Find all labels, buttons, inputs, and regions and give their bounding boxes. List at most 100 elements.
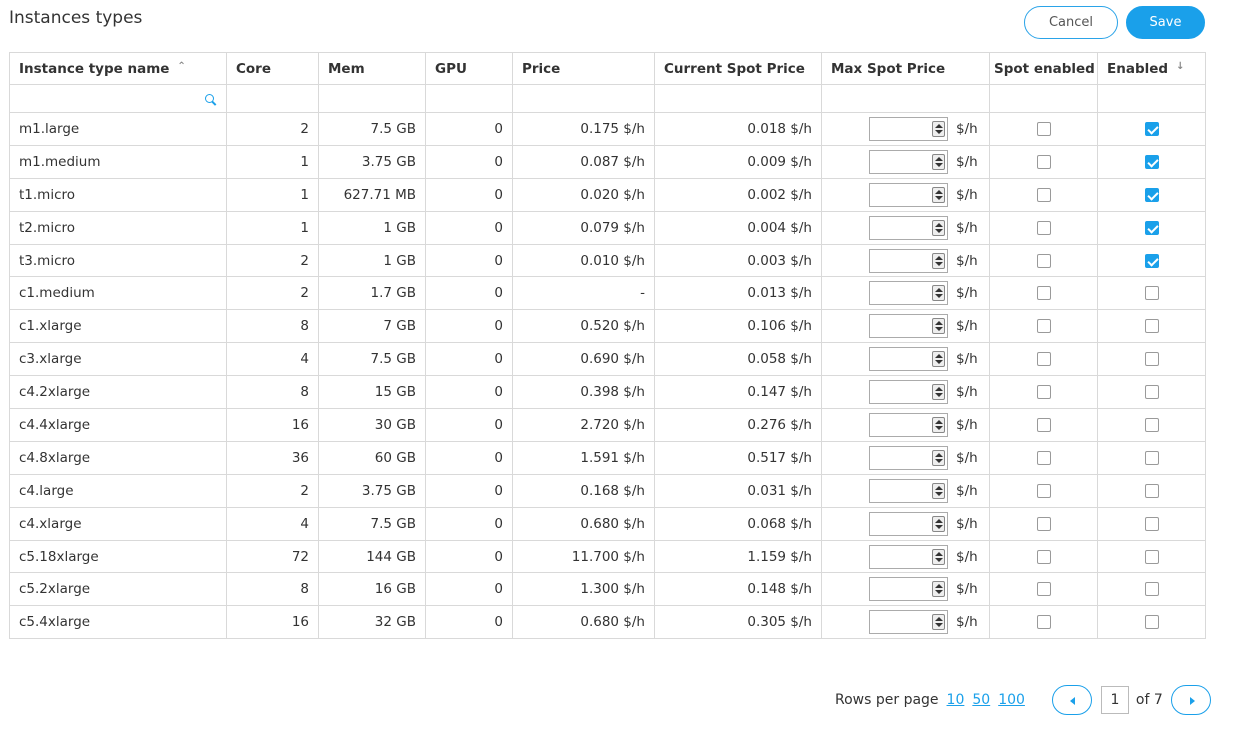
spot-enabled-checkbox[interactable] bbox=[1036, 483, 1051, 498]
spot-enabled-checkbox[interactable] bbox=[1036, 253, 1051, 268]
spot-enabled-checkbox[interactable] bbox=[1036, 615, 1051, 630]
column-header-current-spot-price[interactable]: Current Spot Price bbox=[654, 52, 822, 85]
save-button[interactable]: Save bbox=[1126, 6, 1205, 39]
enabled-checkbox[interactable] bbox=[1144, 450, 1159, 465]
spinner-arrows-icon[interactable] bbox=[932, 186, 945, 203]
spot-enabled-checkbox[interactable] bbox=[1036, 417, 1051, 432]
unit-label: $/h bbox=[956, 449, 978, 466]
spot-enabled-checkbox[interactable] bbox=[1036, 220, 1051, 235]
spinner-arrows-icon[interactable] bbox=[932, 449, 945, 466]
page-number-input[interactable]: 1 bbox=[1100, 686, 1129, 714]
spot-enabled-checkbox[interactable] bbox=[1036, 352, 1051, 367]
spinner-arrows-icon[interactable] bbox=[932, 252, 945, 269]
enabled-checkbox[interactable] bbox=[1144, 253, 1159, 268]
column-header-max-spot-price[interactable]: Max Spot Price bbox=[821, 52, 990, 85]
enabled-checkbox[interactable] bbox=[1144, 352, 1159, 367]
max-spot-price-input[interactable] bbox=[869, 412, 948, 437]
rows-per-page-50[interactable]: 50 bbox=[972, 692, 990, 708]
max-spot-price-input[interactable] bbox=[869, 314, 948, 339]
spinner-arrows-icon[interactable] bbox=[932, 120, 945, 137]
enabled-checkbox[interactable] bbox=[1144, 121, 1159, 136]
spinner-arrows-icon[interactable] bbox=[932, 384, 945, 401]
spinner-arrows-icon[interactable] bbox=[932, 153, 945, 170]
core-value: 2 bbox=[226, 276, 319, 311]
spinner-arrows-icon[interactable] bbox=[932, 416, 945, 433]
spot-enabled-checkbox[interactable] bbox=[1036, 385, 1051, 400]
enabled-checkbox[interactable] bbox=[1144, 549, 1159, 564]
spinner-arrows-icon[interactable] bbox=[932, 318, 945, 335]
enabled-checkbox[interactable] bbox=[1144, 385, 1159, 400]
gpu-value: 0 bbox=[425, 210, 513, 245]
name-filter-cell[interactable] bbox=[9, 84, 227, 113]
core-value: 2 bbox=[226, 243, 319, 278]
spot-enabled-checkbox[interactable] bbox=[1036, 582, 1051, 597]
unit-label: $/h bbox=[956, 548, 978, 565]
spinner-arrows-icon[interactable] bbox=[932, 515, 945, 532]
max-spot-price-input[interactable] bbox=[869, 445, 948, 470]
max-spot-price-input[interactable] bbox=[869, 347, 948, 372]
rows-per-page-10[interactable]: 10 bbox=[947, 692, 965, 708]
max-spot-price-input[interactable] bbox=[869, 511, 948, 536]
max-spot-price-input[interactable] bbox=[869, 610, 948, 635]
column-header-mem[interactable]: Mem bbox=[318, 52, 426, 85]
cancel-button[interactable]: Cancel bbox=[1024, 6, 1118, 39]
column-header-enabled[interactable]: Enabled ↓ bbox=[1097, 52, 1206, 85]
column-header-core[interactable]: Core bbox=[226, 52, 319, 85]
current-spot-price-value: 0.009 $/h bbox=[654, 144, 822, 179]
gpu-value: 0 bbox=[425, 144, 513, 179]
previous-page-button[interactable] bbox=[1051, 685, 1092, 715]
table-row: c4.large 2 3.75 GB 0 0.168 $/h 0.031 $/h $/h bbox=[9, 473, 1206, 508]
spinner-arrows-icon[interactable] bbox=[932, 285, 945, 302]
core-value: 2 bbox=[226, 473, 319, 508]
mem-value: 7 GB bbox=[318, 309, 426, 344]
enabled-checkbox[interactable] bbox=[1144, 319, 1159, 334]
spot-enabled-checkbox[interactable] bbox=[1036, 154, 1051, 169]
spot-enabled-checkbox[interactable] bbox=[1036, 549, 1051, 564]
spinner-arrows-icon[interactable] bbox=[932, 548, 945, 565]
enabled-checkbox[interactable] bbox=[1144, 516, 1159, 531]
max-spot-price-input[interactable] bbox=[869, 281, 948, 306]
spot-enabled-checkbox[interactable] bbox=[1036, 450, 1051, 465]
rows-per-page-100[interactable]: 100 bbox=[998, 692, 1025, 708]
column-header-name[interactable]: Instance type name ⌃ bbox=[9, 52, 227, 85]
spot-enabled-checkbox[interactable] bbox=[1036, 319, 1051, 334]
column-header-gpu[interactable]: GPU bbox=[425, 52, 513, 85]
spot-enabled-checkbox[interactable] bbox=[1036, 187, 1051, 202]
enabled-checkbox[interactable] bbox=[1144, 483, 1159, 498]
max-spot-price-input[interactable] bbox=[869, 380, 948, 405]
spinner-arrows-icon[interactable] bbox=[932, 581, 945, 598]
next-page-button[interactable] bbox=[1170, 685, 1211, 715]
table-row: c5.4xlarge 16 32 GB 0 0.680 $/h 0.305 $/h $/h bbox=[9, 605, 1206, 640]
max-spot-price-input[interactable] bbox=[869, 478, 948, 503]
max-spot-price-input[interactable] bbox=[869, 215, 948, 240]
enabled-checkbox[interactable] bbox=[1144, 582, 1159, 597]
max-spot-price-input[interactable] bbox=[869, 149, 948, 174]
max-spot-price-input[interactable] bbox=[869, 577, 948, 602]
enabled-checkbox[interactable] bbox=[1144, 286, 1159, 301]
spinner-arrows-icon[interactable] bbox=[932, 351, 945, 368]
price-value: 0.680 $/h bbox=[512, 605, 655, 640]
spot-enabled-checkbox[interactable] bbox=[1036, 286, 1051, 301]
max-spot-price-input[interactable] bbox=[869, 248, 948, 273]
enabled-checkbox[interactable] bbox=[1144, 615, 1159, 630]
max-spot-price-input[interactable] bbox=[869, 116, 948, 141]
enabled-checkbox[interactable] bbox=[1144, 220, 1159, 235]
column-header-price[interactable]: Price bbox=[512, 52, 655, 85]
spinner-arrows-icon[interactable] bbox=[932, 614, 945, 631]
enabled-checkbox[interactable] bbox=[1144, 154, 1159, 169]
filter-cell bbox=[989, 84, 1098, 113]
unit-label: $/h bbox=[956, 186, 978, 203]
gpu-value: 0 bbox=[425, 572, 513, 607]
enabled-checkbox[interactable] bbox=[1144, 417, 1159, 432]
spot-enabled-checkbox[interactable] bbox=[1036, 121, 1051, 136]
price-value: 0.680 $/h bbox=[512, 506, 655, 541]
enabled-checkbox[interactable] bbox=[1144, 187, 1159, 202]
spinner-arrows-icon[interactable] bbox=[932, 219, 945, 236]
column-header-spot-enabled[interactable]: Spot enabled bbox=[989, 52, 1098, 85]
search-icon[interactable] bbox=[205, 93, 217, 106]
spot-enabled-checkbox[interactable] bbox=[1036, 516, 1051, 531]
max-spot-price-input[interactable] bbox=[869, 182, 948, 207]
mem-value: 1.7 GB bbox=[318, 276, 426, 311]
max-spot-price-input[interactable] bbox=[869, 544, 948, 569]
spinner-arrows-icon[interactable] bbox=[932, 482, 945, 499]
